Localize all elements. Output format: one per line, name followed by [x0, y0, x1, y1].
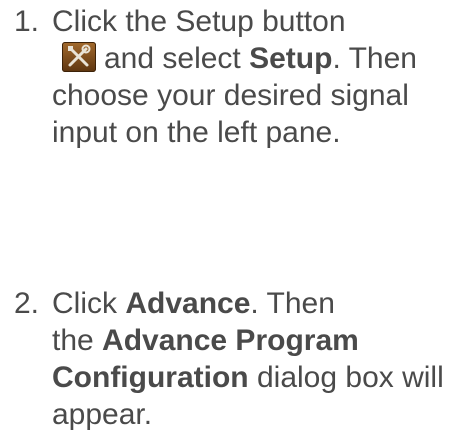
step-line: Configuration dialog box will: [52, 361, 444, 394]
setup-term: Setup: [249, 42, 333, 75]
setup-tools-icon[interactable]: [62, 42, 96, 72]
step-text: Click Advance. Then the Advance Program …: [52, 286, 472, 434]
step-line: the Advance Program: [52, 324, 359, 357]
step-line: Click the Setup button: [52, 5, 346, 38]
step-line: and select Setup. Then: [52, 41, 472, 78]
step-line: Click Advance. Then: [52, 287, 335, 320]
step-number: 1.: [14, 5, 40, 38]
advance-term: Advance: [125, 287, 251, 320]
step-number: 2.: [14, 287, 40, 320]
step-line: input on the left pane.: [52, 116, 341, 149]
step-text: Click the Setup button and select Setup.…: [52, 4, 472, 152]
step-line: appear.: [52, 398, 153, 431]
configuration-term: Configuration: [52, 361, 249, 394]
step-line: choose your desired signal: [52, 79, 409, 112]
advance-program-term: Advance Program: [102, 324, 359, 357]
